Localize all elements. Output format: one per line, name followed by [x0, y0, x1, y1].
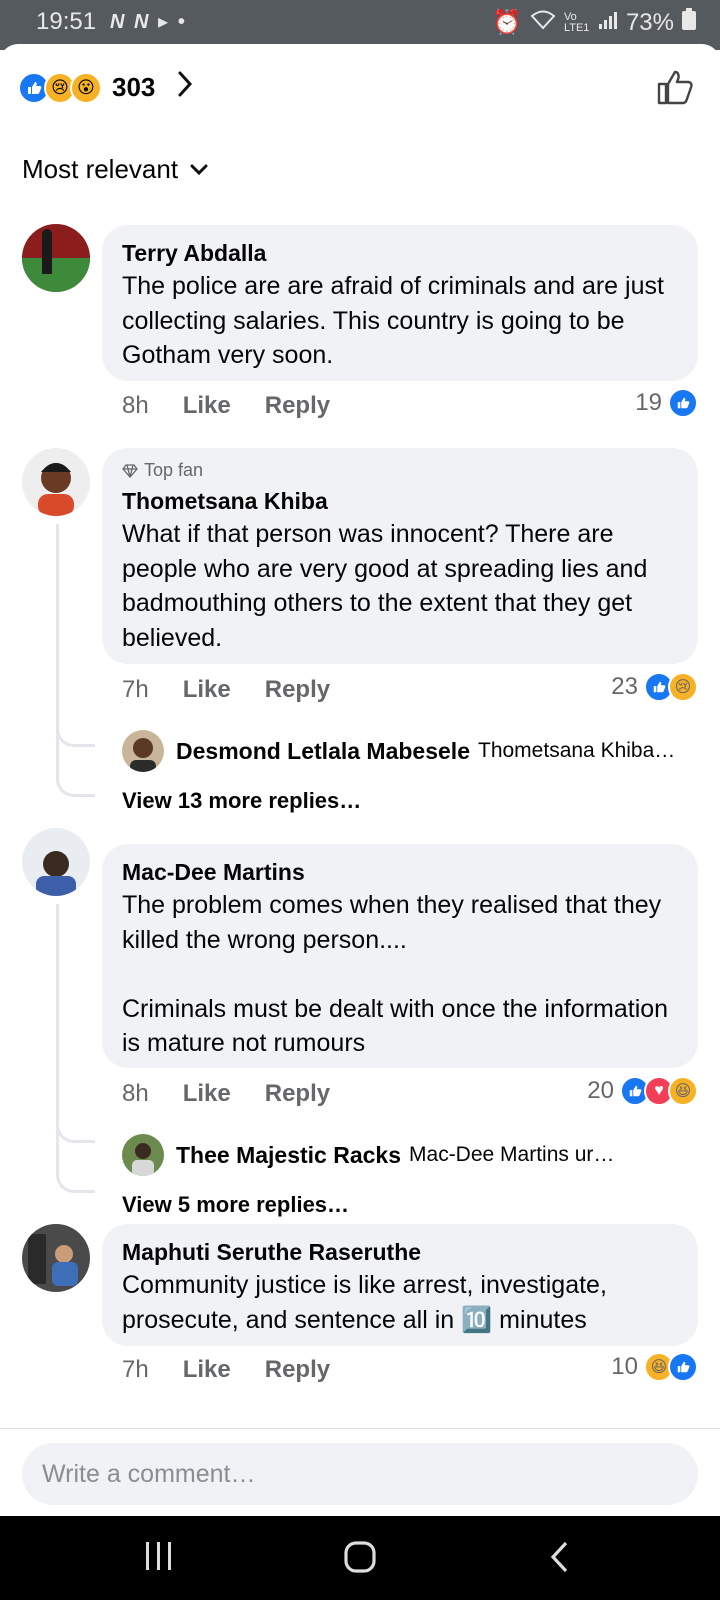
reaction-count: 10	[611, 1353, 638, 1380]
comment-actions: 8h Like Reply	[122, 1080, 330, 1108]
comment-text: What if that person was innocent? There …	[122, 520, 648, 652]
reply-button[interactable]: Reply	[265, 676, 330, 704]
thumbs-up-icon	[657, 70, 693, 105]
comment-author[interactable]: Thometsana Khiba	[122, 485, 676, 517]
chevron-down-icon	[190, 164, 208, 175]
alarm-icon: ⏰	[492, 9, 522, 36]
comment-actions: 7h Like Reply	[122, 676, 330, 704]
wow-reaction-icon: 😮	[70, 71, 102, 104]
comments-sheet: 😢 😮 303 Most relevant Terry Abdalla The …	[0, 44, 720, 1516]
system-nav-bar	[0, 1516, 720, 1600]
comment-text: The police are are afraid of criminals a…	[122, 272, 664, 369]
comment-composer	[0, 1428, 720, 1517]
thread-line	[56, 904, 95, 1193]
comment-text: Community justice is like arrest, invest…	[122, 1271, 607, 1334]
comment-time[interactable]: 8h	[122, 1080, 149, 1108]
comment-bubble: Mac-Dee Martins The problem comes when t…	[102, 844, 698, 1068]
reaction-count: 23	[611, 673, 638, 700]
reply-preview[interactable]: Thee Majestic Racks Mac-Dee Martins ur n…	[122, 1134, 619, 1176]
comment-reactions[interactable]: 23 😢	[611, 672, 698, 702]
battery-icon	[682, 8, 696, 37]
comment-author[interactable]: Maphuti Seruthe Raseruthe	[122, 1236, 676, 1268]
reactions-summary[interactable]: 😢 😮 303	[18, 68, 193, 107]
back-icon[interactable]	[548, 1540, 570, 1579]
network-label: Vo LTE1	[563, 10, 590, 34]
notification-icons: N N ▸ •	[110, 11, 187, 33]
battery-level: 73%	[625, 8, 674, 36]
avatar	[122, 1134, 164, 1176]
thread-line	[56, 524, 95, 797]
reaction-count: 19	[635, 389, 662, 416]
avatar[interactable]	[22, 448, 90, 516]
sort-dropdown[interactable]: Most relevant	[22, 154, 208, 185]
comment-time[interactable]: 7h	[122, 1356, 149, 1384]
badge-label: Top fan	[144, 460, 204, 480]
comment-author[interactable]: Terry Abdalla	[122, 237, 676, 269]
sort-label: Most relevant	[22, 154, 179, 184]
comment-author[interactable]: Mac-Dee Martins	[122, 856, 676, 888]
like-reaction-icon	[668, 1352, 698, 1382]
avatar[interactable]	[22, 828, 90, 896]
comment-bubble: Maphuti Seruthe Raseruthe Community just…	[102, 1224, 698, 1346]
status-time: 19:51	[36, 8, 97, 35]
comment-time[interactable]: 7h	[122, 676, 149, 704]
like-button[interactable]: Like	[183, 1356, 231, 1384]
reply-author: Thee Majestic Racks	[176, 1141, 402, 1168]
comment-bubble: Terry Abdalla The police are are afraid …	[102, 225, 698, 381]
view-more-replies[interactable]: View 5 more replies…	[122, 1192, 349, 1218]
comment-input[interactable]	[22, 1443, 698, 1505]
reaction-count: 20	[587, 1077, 614, 1104]
like-reaction-icon	[668, 388, 698, 418]
comment-actions: 8h Like Reply	[122, 392, 330, 420]
comment-reactions[interactable]: 20 ♥ 😆	[587, 1076, 698, 1106]
comment-reactions[interactable]: 10 😆	[611, 1352, 698, 1382]
comment-text: The problem comes when they realised tha…	[122, 891, 669, 1057]
view-more-replies[interactable]: View 13 more replies…	[122, 788, 361, 814]
reply-button[interactable]: Reply	[265, 1356, 330, 1384]
like-button[interactable]: Like	[183, 392, 231, 420]
reply-text: Thometsana Khiba…	[478, 739, 676, 762]
status-bar: 19:51 N N ▸ • ⏰ Vo LTE1 73%	[0, 0, 720, 50]
chevron-right-icon[interactable]	[177, 68, 193, 107]
reaction-count: 303	[112, 72, 156, 102]
signal-icon	[598, 9, 618, 37]
comment-actions: 7h Like Reply	[122, 1356, 330, 1384]
like-button[interactable]: Like	[183, 1080, 231, 1108]
reply-button[interactable]: Reply	[265, 1080, 330, 1108]
sad-reaction-icon: 😢	[668, 672, 698, 702]
avatar[interactable]	[22, 1224, 90, 1292]
reply-button[interactable]: Reply	[265, 392, 330, 420]
wifi-icon	[530, 9, 556, 37]
avatar	[122, 730, 164, 772]
top-fan-badge: Top fan	[122, 460, 676, 481]
reply-author: Desmond Letlala Mabesele	[176, 737, 470, 764]
status-right: ⏰ Vo LTE1 73%	[492, 8, 696, 37]
comment-bubble: Top fan Thometsana Khiba What if that pe…	[102, 448, 698, 664]
comment-reactions[interactable]: 19	[635, 388, 698, 418]
diamond-icon	[122, 463, 138, 478]
comment-time[interactable]: 8h	[122, 392, 149, 420]
like-post-button[interactable]	[656, 68, 694, 111]
reply-text: Mac-Dee Martins ur not i…	[409, 1143, 619, 1166]
recent-apps-icon[interactable]	[144, 1540, 174, 1577]
like-button[interactable]: Like	[183, 676, 231, 704]
haha-reaction-icon: 😆	[668, 1076, 698, 1106]
home-icon[interactable]	[343, 1540, 377, 1579]
avatar[interactable]	[22, 224, 90, 292]
reply-preview[interactable]: Desmond Letlala Mabesele Thometsana Khib…	[122, 730, 675, 772]
